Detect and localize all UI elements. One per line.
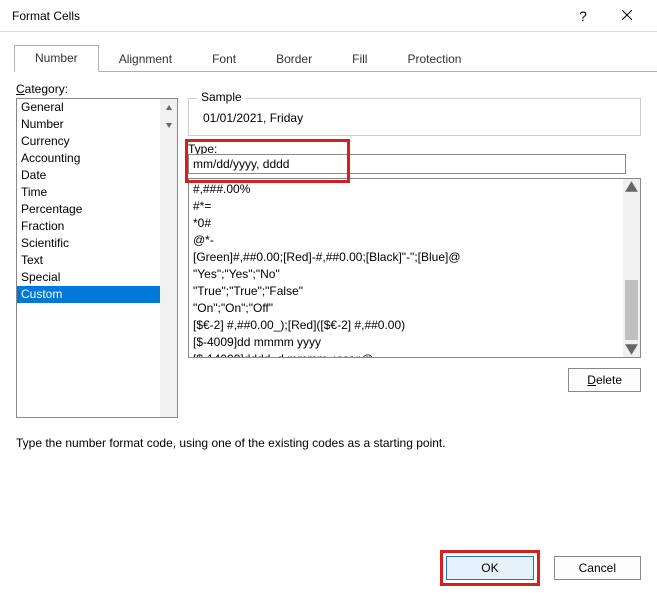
titlebar: Format Cells ? xyxy=(0,0,657,32)
list-item[interactable]: Accounting xyxy=(17,150,177,167)
category-listbox[interactable]: General Number Currency Accounting Date … xyxy=(16,98,178,418)
list-item[interactable]: [Green]#,##0.00;[Red]-#,##0.00;[Black]"-… xyxy=(193,249,636,266)
list-item[interactable]: Custom xyxy=(17,286,177,303)
list-item[interactable]: Scientific xyxy=(17,235,177,252)
list-item[interactable]: @*- xyxy=(193,232,636,249)
tab-protection[interactable]: Protection xyxy=(387,47,481,72)
list-item[interactable]: #,###.00% xyxy=(193,181,636,198)
sample-label: Sample xyxy=(197,90,246,104)
list-item[interactable]: "On";"On";"Off" xyxy=(193,300,636,317)
ok-button[interactable]: OK xyxy=(446,556,533,580)
tab-border[interactable]: Border xyxy=(256,47,332,72)
type-input[interactable] xyxy=(188,154,626,174)
list-item[interactable]: Percentage xyxy=(17,201,177,218)
sample-value: 01/01/2021, Friday xyxy=(197,107,632,125)
category-label: Category: xyxy=(16,82,641,96)
list-item[interactable]: #*= xyxy=(193,198,636,215)
list-item[interactable]: [$-14009]dddd, d mmmm, yyyy;@ xyxy=(193,351,636,358)
scrollbar-thumb[interactable] xyxy=(625,280,638,340)
format-codes-listbox[interactable]: #,###.00% #*= *0# @*- [Green]#,##0.00;[R… xyxy=(188,178,641,358)
list-item[interactable]: Currency xyxy=(17,133,177,150)
help-button[interactable]: ? xyxy=(561,8,605,24)
scrollbar[interactable] xyxy=(160,99,177,417)
cancel-button[interactable]: Cancel xyxy=(554,556,641,580)
scroll-down-icon[interactable] xyxy=(623,340,640,357)
window-title: Format Cells xyxy=(12,9,561,23)
close-icon xyxy=(622,10,632,20)
list-item[interactable]: *0# xyxy=(193,215,636,232)
tab-alignment[interactable]: Alignment xyxy=(99,47,192,72)
tab-bar: Number Alignment Font Border Fill Protec… xyxy=(14,44,657,72)
list-item[interactable]: Fraction xyxy=(17,218,177,235)
list-item[interactable]: "True";"True";"False" xyxy=(193,283,636,300)
list-item[interactable]: "Yes";"Yes";"No" xyxy=(193,266,636,283)
close-button[interactable] xyxy=(605,8,649,23)
tab-font[interactable]: Font xyxy=(192,47,256,72)
dialog-footer: OK Cancel xyxy=(440,550,641,586)
list-item[interactable]: General xyxy=(17,99,177,116)
tab-fill[interactable]: Fill xyxy=(332,47,387,72)
list-item[interactable]: [$-4009]dd mmmm yyyy xyxy=(193,334,636,351)
sample-box: Sample 01/01/2021, Friday xyxy=(188,98,641,136)
highlight-box: OK xyxy=(440,550,539,586)
scroll-up-icon[interactable] xyxy=(160,99,177,116)
scrollbar[interactable] xyxy=(623,179,640,357)
list-item[interactable]: Text xyxy=(17,252,177,269)
list-item[interactable]: Special xyxy=(17,269,177,286)
scroll-down-icon[interactable] xyxy=(160,116,177,133)
tab-number[interactable]: Number xyxy=(14,45,99,72)
hint-text: Type the number format code, using one o… xyxy=(16,436,641,450)
delete-button[interactable]: Delete xyxy=(568,368,641,392)
list-item[interactable]: Time xyxy=(17,184,177,201)
list-item[interactable]: Date xyxy=(17,167,177,184)
scroll-up-icon[interactable] xyxy=(623,179,640,196)
list-item[interactable]: [$€-2] #,##0.00_);[Red]([$€-2] #,##0.00) xyxy=(193,317,636,334)
list-item[interactable]: Number xyxy=(17,116,177,133)
